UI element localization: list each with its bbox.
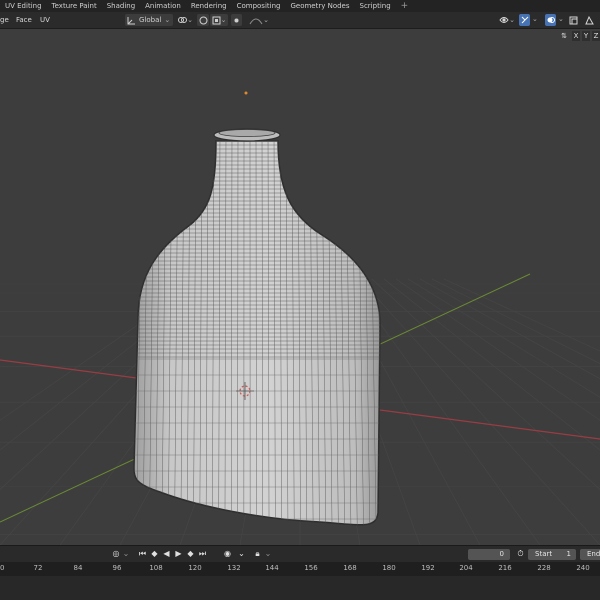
- ruler-tick-label: 192: [421, 564, 435, 572]
- ruler-tick-label: 60: [0, 564, 5, 572]
- chevron-down-icon[interactable]: ⌄: [532, 15, 538, 23]
- pivot-point-button[interactable]: ⌄: [175, 14, 195, 26]
- transform-orientation-label: Global: [139, 16, 162, 24]
- ruler-tick-label: 108: [149, 564, 163, 572]
- jump-to-start-button[interactable]: ⏮: [137, 549, 148, 559]
- end-frame-field[interactable]: End: [580, 549, 600, 560]
- proportional-edit-icon: [234, 18, 239, 22]
- tab-animation[interactable]: Animation: [140, 0, 186, 12]
- selectability-icon: [499, 17, 509, 23]
- chevron-down-icon: ⌄: [263, 16, 269, 24]
- current-frame-field[interactable]: 0: [468, 549, 510, 560]
- ruler-tick-label: 228: [537, 564, 551, 572]
- ruler-tick-label: 132: [227, 564, 241, 572]
- play-button[interactable]: ▶: [173, 549, 184, 559]
- link-icon: [178, 17, 188, 23]
- gizmo-toggle[interactable]: [519, 14, 530, 26]
- chevron-down-icon: ⌄: [187, 16, 193, 24]
- proportional-falloff-dropdown[interactable]: ⌄: [244, 14, 274, 26]
- jump-to-end-button[interactable]: ⏭: [197, 549, 208, 559]
- tab-compositing[interactable]: Compositing: [232, 0, 286, 12]
- visibility-dropdown[interactable]: ⌄: [497, 14, 517, 26]
- mesh-edit-overlays-button[interactable]: [582, 14, 596, 26]
- tab-shading[interactable]: Shading: [102, 0, 140, 12]
- axis-x-button[interactable]: X: [572, 31, 580, 41]
- xray-icon: [569, 16, 578, 24]
- play-reverse-button[interactable]: ◀: [161, 549, 172, 559]
- gizmo-icon: [521, 16, 528, 24]
- timeline-editor: ◎ ⌄ ⏮ ◆ ◀ ▶ ◆ ⏭ ◉ ⌄ 🔒︎ ⌄ 0 ⏱ Start 1 End…: [0, 545, 600, 600]
- workspace-tabs: UV Editing Texture Paint Shading Animati…: [0, 0, 600, 12]
- menu-uv[interactable]: UV: [40, 15, 50, 25]
- orientation-axes-icon: [127, 16, 135, 24]
- keying-icon[interactable]: ◎: [110, 549, 122, 559]
- chevron-down-icon: ⌄: [220, 16, 227, 24]
- snap-target-dropdown[interactable]: ⌄: [210, 14, 228, 26]
- chevron-down-icon[interactable]: ⌄: [264, 549, 272, 559]
- ruler-tick-label: 240: [576, 564, 590, 572]
- timeline-tracks[interactable]: [0, 576, 600, 600]
- lock-icon[interactable]: 🔒︎: [252, 549, 263, 559]
- chevron-down-icon: ⌄: [509, 16, 515, 24]
- ruler-tick-label: 96: [112, 564, 122, 572]
- transform-orientation-dropdown[interactable]: Global ⌄: [125, 14, 173, 26]
- menu-select[interactable]: ge: [0, 15, 9, 25]
- frame-ruler[interactable]: 60 72 84 96 108 120 132 144 156 168 180 …: [0, 562, 600, 576]
- record-button[interactable]: ◉: [222, 549, 233, 559]
- ruler-tick-label: 156: [304, 564, 318, 572]
- view-navigate-icon[interactable]: ⇅: [559, 31, 569, 41]
- 3d-viewport[interactable]: ⇅ X Y Z: [0, 29, 600, 545]
- tab-scripting[interactable]: Scripting: [355, 0, 396, 12]
- axis-z-button[interactable]: Z: [592, 31, 600, 41]
- start-frame-value: 1: [566, 550, 571, 558]
- ruler-tick-label: 168: [343, 564, 357, 572]
- viewport-header: ge Face UV Global ⌄ ⌄ ⌄ ⌄ ⌄ ⌄ ⌄: [0, 12, 600, 29]
- ruler-tick-label: 84: [73, 564, 83, 572]
- tab-rendering[interactable]: Rendering: [186, 0, 232, 12]
- mesh-edit-icon: [584, 15, 594, 24]
- snap-icon: [199, 16, 207, 24]
- falloff-curve-icon: [249, 18, 263, 24]
- end-frame-label: End: [587, 550, 600, 558]
- overlays-toggle[interactable]: [545, 14, 556, 26]
- viewport-canvas[interactable]: [0, 29, 600, 545]
- chevron-down-icon: ⌄: [164, 16, 171, 24]
- tab-geometry-nodes[interactable]: Geometry Nodes: [285, 0, 354, 12]
- snap-toggle[interactable]: [197, 14, 209, 26]
- ruler-tick-label: 204: [459, 564, 473, 572]
- xray-toggle[interactable]: [568, 14, 579, 26]
- jump-to-keyframe-forward-button[interactable]: ◆: [185, 549, 196, 559]
- light-object[interactable]: [244, 91, 248, 95]
- ruler-tick-label: 120: [188, 564, 202, 572]
- playback-controls: ◎ ⌄ ⏮ ◆ ◀ ▶ ◆ ⏭ ◉ ⌄ 🔒︎ ⌄ 0 ⏱ Start 1 End: [0, 545, 600, 562]
- jump-to-keyframe-back-button[interactable]: ◆: [149, 549, 160, 559]
- start-frame-label: Start: [535, 550, 553, 558]
- proportional-editing-toggle[interactable]: [231, 14, 242, 26]
- stopwatch-icon[interactable]: ⏱: [515, 549, 526, 559]
- start-frame-field[interactable]: Start 1: [528, 549, 576, 560]
- add-workspace-button[interactable]: +: [396, 0, 414, 12]
- bottle-mesh[interactable]: [120, 128, 390, 529]
- bottle-neck-opening: [218, 129, 276, 137]
- ruler-tick-label: 216: [498, 564, 512, 572]
- tab-uv-editing[interactable]: UV Editing: [0, 0, 47, 12]
- auto-keying-chevron-icon[interactable]: ⌄: [236, 549, 247, 559]
- tab-texture-paint[interactable]: Texture Paint: [47, 0, 102, 12]
- overlays-icon: [547, 17, 555, 23]
- menu-face[interactable]: Face: [16, 15, 32, 25]
- axis-y-button[interactable]: Y: [582, 31, 590, 41]
- chevron-down-icon[interactable]: ⌄: [122, 549, 130, 559]
- snap-increment-icon: [212, 16, 221, 24]
- ruler-tick-label: 180: [382, 564, 396, 572]
- ruler-tick-label: 144: [265, 564, 279, 572]
- chevron-down-icon[interactable]: ⌄: [558, 15, 564, 23]
- ruler-tick-label: 72: [33, 564, 43, 572]
